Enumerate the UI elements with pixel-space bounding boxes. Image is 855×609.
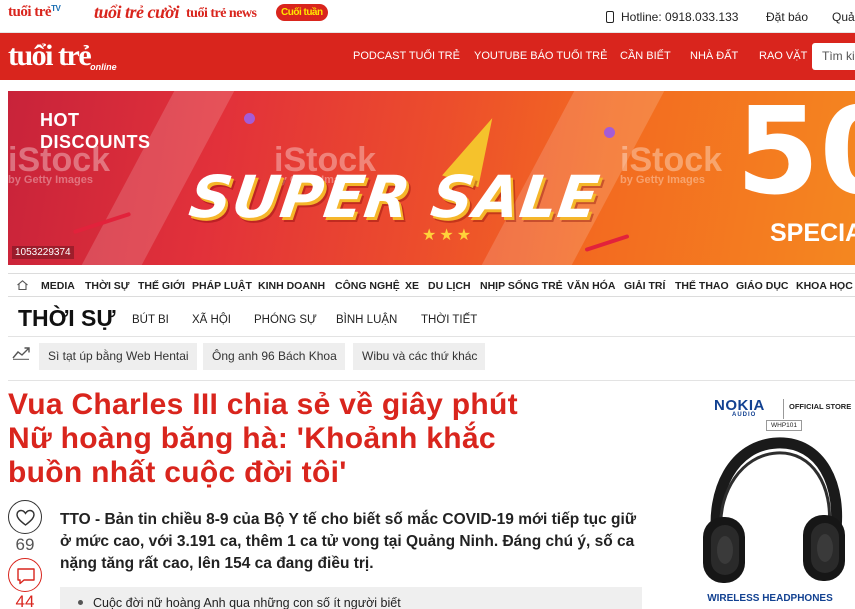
subscribe-link[interactable]: Đặt báo <box>766 10 808 24</box>
banner-ad[interactable]: HOT DISCOUNTS iStock by Getty Images iStoc… <box>8 91 855 265</box>
hotline[interactable]: Hotline: 0918.033.133 <box>606 10 738 24</box>
cat-khoa-hoc[interactable]: KHOA HỌC <box>796 280 853 292</box>
top-bar: tuổi trẻTV tuổi trẻ cười tuổi trẻ news C… <box>0 0 855 33</box>
ad-brand-sub: AUDIO <box>732 412 757 418</box>
brand-tuoitre-cuoi[interactable]: tuổi trẻ cười <box>94 2 179 23</box>
search-input[interactable]: Tìm ki <box>812 43 855 70</box>
ad-store-label: OFFICIAL STORE <box>789 402 852 411</box>
related-article-link[interactable]: Cuộc đời nữ hoàng Anh qua những con số í… <box>78 596 401 609</box>
headphones-image <box>703 437 845 583</box>
cat-the-thao[interactable]: THỂ THAO <box>675 280 729 292</box>
comment-icon <box>17 568 35 585</box>
nav-youtube[interactable]: YOUTUBE BÁO TUỔI TRẺ <box>474 50 607 62</box>
ad-caption: WIRELESS HEADPHONES <box>707 593 833 604</box>
subnav-xa-hoi[interactable]: XÃ HỘI <box>192 314 231 326</box>
cat-nhip-song-tre[interactable]: NHỊP SỐNG TRẺ <box>480 280 563 292</box>
cat-giai-tri[interactable]: GIẢI TRÍ <box>624 280 665 292</box>
comment-count: 44 <box>15 592 35 609</box>
cat-thoi-su[interactable]: THỜI SỰ <box>85 280 130 292</box>
cat-cong-nghe[interactable]: CÔNG NGHỆ <box>335 280 400 292</box>
special-text: SPECIA <box>770 219 855 247</box>
super-sale-text: SUPER SALE <box>185 163 604 231</box>
like-count: 69 <box>15 535 35 554</box>
banner-dot <box>244 113 255 124</box>
section-title[interactable]: THỜI SỰ <box>18 305 115 332</box>
cat-kinh-doanh[interactable]: KINH DOANH <box>258 280 325 292</box>
sidebar-ad[interactable]: NOKIA AUDIO OFFICIAL STORE WHP101 WIRELE… <box>685 385 855 609</box>
divider <box>8 336 855 337</box>
brand-tuoitre-news[interactable]: tuổi trẻ news <box>186 6 257 22</box>
watermark: iStock by Getty Images <box>620 141 723 186</box>
cat-van-hoa[interactable]: VĂN HÓA <box>567 280 615 292</box>
main-header: tuổi trẻonline PODCAST TUỔI TRẺ YOUTUBE … <box>0 33 855 80</box>
category-nav: MEDIA THỜI SỰ THẾ GIỚI PHÁP LUẬT KINH DO… <box>8 273 855 297</box>
nav-nha-dat[interactable]: NHÀ ĐẤT <box>690 50 738 62</box>
subnav-phong-su[interactable]: PHÓNG SỰ <box>254 314 317 326</box>
cat-phap-luat[interactable]: PHÁP LUẬT <box>192 280 252 292</box>
divider <box>8 380 855 381</box>
subnav-thoi-tiet[interactable]: THỜI TIẾT <box>421 314 477 326</box>
stock-id: 1053229374 <box>12 246 74 259</box>
cat-du-lich[interactable]: DU LỊCH <box>428 280 471 292</box>
nav-rao-vat[interactable]: RAO VẶT <box>759 50 807 62</box>
ad-link[interactable]: Quả <box>832 10 855 24</box>
subnav-binh-luan[interactable]: BÌNH LUẬN <box>336 314 397 326</box>
subnav-but-bi[interactable]: BÚT BI <box>132 314 169 326</box>
ad-divider <box>783 399 784 419</box>
watermark: iStock by Getty Images <box>8 141 111 186</box>
trending-tag[interactable]: Sì tạt úp bằng Web Hentai <box>39 343 197 370</box>
site-logo[interactable]: tuổi trẻonline <box>8 39 117 73</box>
like-button[interactable] <box>8 500 42 534</box>
comment-button[interactable] <box>8 558 42 592</box>
cat-media[interactable]: MEDIA <box>41 280 75 292</box>
home-icon[interactable] <box>17 280 28 290</box>
banner-dot <box>604 127 615 138</box>
trending-tag[interactable]: Ông anh 96 Bách Khoa <box>203 343 345 370</box>
nav-podcast[interactable]: PODCAST TUỔI TRẺ <box>353 50 460 62</box>
related-articles: Cuộc đời nữ hoàng Anh qua những con số í… <box>60 587 642 609</box>
article-headline[interactable]: Vua Charles III chia sẻ về giây phút Nữ … <box>8 388 618 490</box>
stars-icon: ★★★ <box>422 227 475 244</box>
phone-icon <box>606 11 614 23</box>
trending-icon <box>12 347 30 360</box>
heart-icon <box>16 509 35 526</box>
cat-giao-duc[interactable]: GIÁO DỤC <box>736 280 789 292</box>
brand-tuoitre-tv[interactable]: tuổi trẻTV <box>8 4 61 21</box>
discount-number: 50 <box>736 91 855 222</box>
cat-xe[interactable]: XE <box>405 280 419 292</box>
article-summary: TTO - Bản tin chiều 8-9 của Bộ Y tế cho … <box>60 511 637 572</box>
ad-model-label: WHP101 <box>766 420 803 431</box>
banner-dash <box>584 233 630 253</box>
brand-cuoi-tuan[interactable]: Cuối tuần <box>276 4 328 21</box>
trending-tag[interactable]: Wibu và các thứ khác <box>353 343 486 370</box>
nav-can-biet[interactable]: CẦN BIẾT <box>620 50 671 62</box>
cat-the-gioi[interactable]: THẾ GIỚI <box>138 280 185 292</box>
